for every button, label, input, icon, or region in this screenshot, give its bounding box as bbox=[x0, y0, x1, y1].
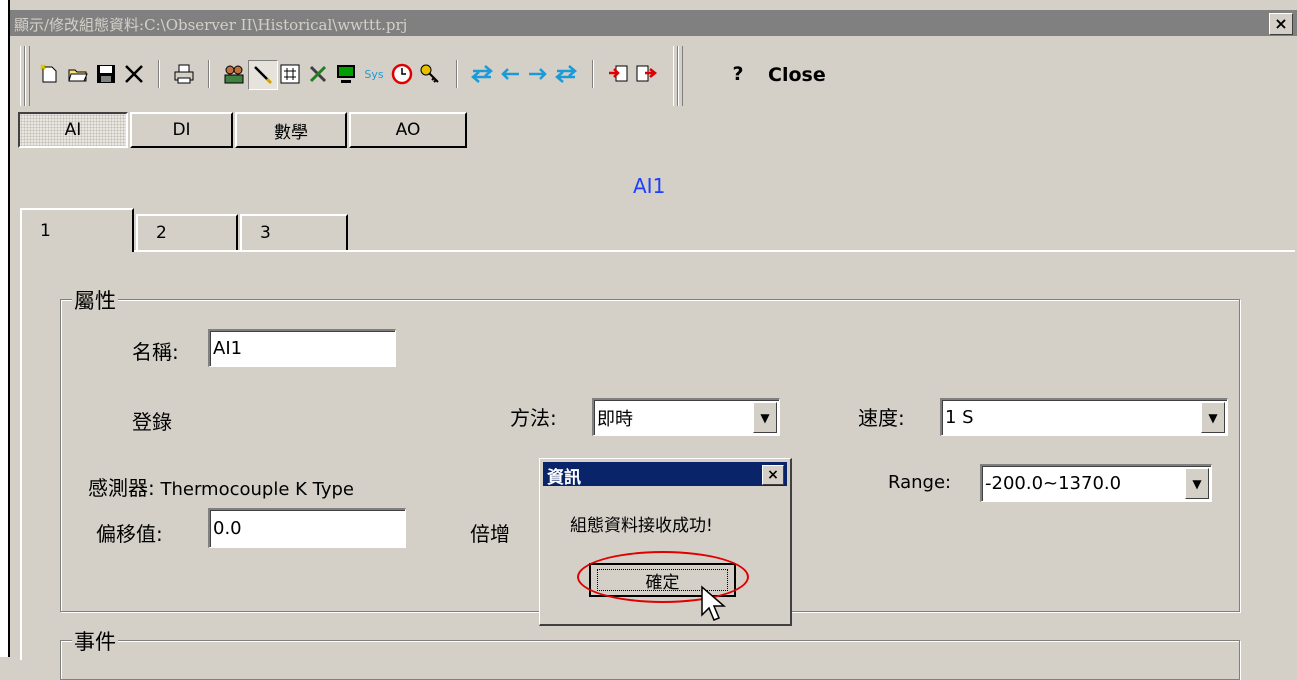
new-file-icon[interactable] bbox=[36, 60, 64, 88]
chevron-down-icon[interactable]: ▼ bbox=[1185, 468, 1209, 499]
toolbar-separator bbox=[158, 60, 160, 88]
pencil-icon[interactable] bbox=[248, 60, 278, 90]
arrow-left-icon[interactable] bbox=[496, 60, 524, 88]
logging-label: 登錄 bbox=[132, 410, 172, 434]
users-icon[interactable] bbox=[220, 60, 248, 88]
key-icon[interactable] bbox=[416, 60, 444, 88]
delete-x-icon[interactable] bbox=[120, 60, 148, 88]
print-icon[interactable] bbox=[170, 60, 198, 88]
method-label: 方法: bbox=[510, 406, 557, 430]
toolbar-separator bbox=[208, 60, 210, 88]
range-select-value: -200.0~1370.0 bbox=[985, 473, 1122, 494]
cursor-icon bbox=[700, 585, 727, 627]
toolbar-grip[interactable] bbox=[25, 46, 30, 106]
sensor-label: 感測器: Thermocouple K Type bbox=[88, 472, 354, 501]
sensor-label-text: 感測器: bbox=[88, 476, 155, 500]
method-select[interactable]: 即時 ▼ bbox=[592, 398, 780, 436]
swap-all-right-icon[interactable] bbox=[552, 60, 580, 88]
tools-icon[interactable] bbox=[304, 60, 332, 88]
properties-group-label: 屬性 bbox=[72, 285, 118, 315]
dialog-message: 組態資料接收成功! bbox=[570, 516, 713, 536]
toolbar: Sys ? Close bbox=[10, 44, 1297, 110]
speed-select[interactable]: 1 S ▼ bbox=[940, 398, 1228, 436]
tab-page-1[interactable]: 1 bbox=[20, 208, 134, 252]
speed-select-value: 1 S bbox=[945, 407, 974, 428]
offset-field[interactable]: 0.0 bbox=[208, 508, 406, 548]
chevron-down-icon[interactable]: ▼ bbox=[1201, 402, 1225, 433]
import-icon[interactable] bbox=[604, 60, 632, 88]
window-title: 顯示/修改組態資料:C:\Observer II\Historical\wwtt… bbox=[14, 16, 408, 34]
monitor-icon[interactable] bbox=[332, 60, 360, 88]
tab-page-2-label: 2 bbox=[156, 223, 167, 243]
toolbar-grip[interactable] bbox=[678, 46, 683, 106]
window-close-button[interactable]: × bbox=[1269, 13, 1293, 35]
save-disk-icon[interactable] bbox=[92, 60, 120, 88]
tab-ao[interactable]: AO bbox=[349, 112, 467, 148]
name-field[interactable]: AI1 bbox=[208, 329, 396, 367]
help-button[interactable]: ? bbox=[724, 60, 752, 88]
tab-page-3-label: 3 bbox=[260, 223, 271, 243]
export-icon[interactable] bbox=[632, 60, 660, 88]
gain-label: 倍增 bbox=[470, 522, 510, 546]
arrow-right-icon[interactable] bbox=[524, 60, 552, 88]
open-folder-icon[interactable] bbox=[64, 60, 92, 88]
toolbar-separator bbox=[592, 60, 594, 88]
grid-hash-icon[interactable] bbox=[276, 60, 304, 88]
tab-page-2[interactable]: 2 bbox=[136, 214, 238, 250]
events-group bbox=[60, 640, 1240, 680]
method-select-value: 即時 bbox=[597, 408, 633, 430]
dialog-title: 資訊 bbox=[547, 468, 581, 488]
tab-di[interactable]: DI bbox=[130, 112, 233, 148]
tab-ai[interactable]: AI bbox=[18, 112, 128, 148]
sys-icon[interactable]: Sys bbox=[360, 60, 388, 88]
tab-page-1-label: 1 bbox=[40, 221, 51, 241]
events-group-label: 事件 bbox=[72, 626, 118, 656]
range-label: Range: bbox=[888, 472, 952, 493]
clock-icon[interactable] bbox=[388, 60, 416, 88]
swap-all-icon[interactable] bbox=[468, 60, 496, 88]
tab-math[interactable]: 數學 bbox=[235, 112, 347, 148]
offset-label: 偏移值: bbox=[96, 522, 163, 546]
chevron-down-icon[interactable]: ▼ bbox=[753, 402, 777, 433]
toolbar-separator bbox=[456, 60, 458, 88]
close-button[interactable]: Close bbox=[768, 64, 826, 86]
channel-heading: AI1 bbox=[633, 174, 666, 198]
dialog-close-button[interactable]: × bbox=[762, 465, 784, 485]
speed-label: 速度: bbox=[858, 406, 905, 430]
range-select[interactable]: -200.0~1370.0 ▼ bbox=[980, 464, 1212, 502]
tab-page-3[interactable]: 3 bbox=[240, 214, 348, 250]
sensor-value: Thermocouple K Type bbox=[160, 479, 355, 500]
name-label: 名稱: bbox=[132, 340, 179, 364]
